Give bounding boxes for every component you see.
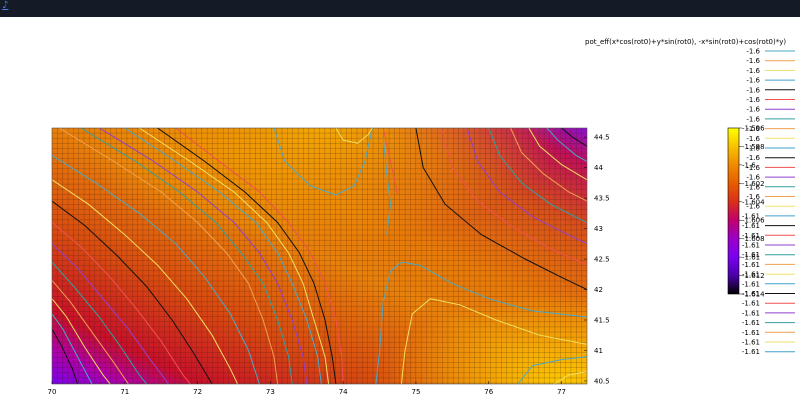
legend-entry-label: -1.61 (742, 339, 760, 347)
y-tick-label: 43.5 (594, 195, 610, 203)
plot-area (51, 127, 588, 385)
legend-entry-label: -1.61 (742, 329, 760, 337)
y-tick-label: 41.5 (594, 317, 610, 325)
colorbar-label: -1.612 (742, 272, 765, 280)
y-tick-label: 44.5 (594, 134, 610, 142)
x-tick-label: 72 (193, 388, 202, 396)
colorbar-label: -1.6 (742, 161, 756, 169)
colorbar-label: -1.596 (742, 125, 765, 133)
legend-entry-label: -1.6 (746, 106, 760, 114)
y-tick-label: 42 (594, 286, 603, 294)
y-tick-label: 42.5 (594, 256, 610, 264)
legend-entry-label: -1.61 (742, 309, 760, 317)
colorbar-label: -1.598 (742, 143, 765, 151)
legend-title: pot_eff(x*cos(rot0)+y*sin(rot0), -x*sin(… (585, 38, 786, 46)
x-tick-label: 71 (120, 388, 129, 396)
legend-entry-label: -1.6 (746, 77, 760, 85)
x-tick-label: 77 (557, 388, 566, 396)
colorbar-label: -1.604 (742, 198, 765, 206)
legend-entry-label: -1.6 (746, 115, 760, 123)
legend-entry-label: -1.6 (746, 57, 760, 65)
x-tick-label: 70 (48, 388, 57, 396)
legend-entry-label: -1.6 (746, 96, 760, 104)
legend-entry-label: -1.6 (746, 135, 760, 143)
legend-entry-label: -1.61 (742, 280, 760, 288)
y-axis-ticks: 40.5 41 41.5 42 42.5 43 43.5 44 44.5 (584, 134, 610, 385)
x-tick-label: 74 (339, 388, 348, 396)
colorbar-label: -1.614 (742, 291, 765, 299)
colorbar-label: -1.608 (742, 235, 765, 243)
colorbar-label: -1.602 (742, 180, 765, 188)
y-tick-label: 40.5 (594, 377, 610, 385)
y-tick-label: 44 (594, 164, 603, 172)
legend-entry-label: -1.61 (742, 261, 760, 269)
x-tick-label: 73 (266, 388, 275, 396)
legend-entry-label: -1.6 (746, 48, 760, 56)
legend-entry-label: -1.6 (746, 86, 760, 94)
legend-entry-label: -1.6 (746, 67, 760, 75)
x-tick-label: 75 (411, 388, 420, 396)
colorbar-label: -1.606 (742, 217, 765, 225)
legend: pot_eff(x*cos(rot0)+y*sin(rot0), -x*sin(… (585, 38, 795, 356)
colorbar-scale (727, 127, 740, 295)
x-tick-label: 76 (484, 388, 493, 396)
y-tick-label: 41 (594, 347, 603, 355)
surface-grid (52, 128, 587, 384)
colorbar-label: -1.61 (742, 254, 760, 262)
legend-entry-label: -1.61 (742, 319, 760, 327)
y-tick-label: 43 (594, 225, 603, 233)
legend-entry-label: -1.61 (742, 300, 760, 308)
legend-entry-label: -1.61 (742, 348, 760, 356)
heatmap-chart: 70 71 72 73 74 75 76 77 40.54141.54242.54343.54… (48, 38, 795, 396)
